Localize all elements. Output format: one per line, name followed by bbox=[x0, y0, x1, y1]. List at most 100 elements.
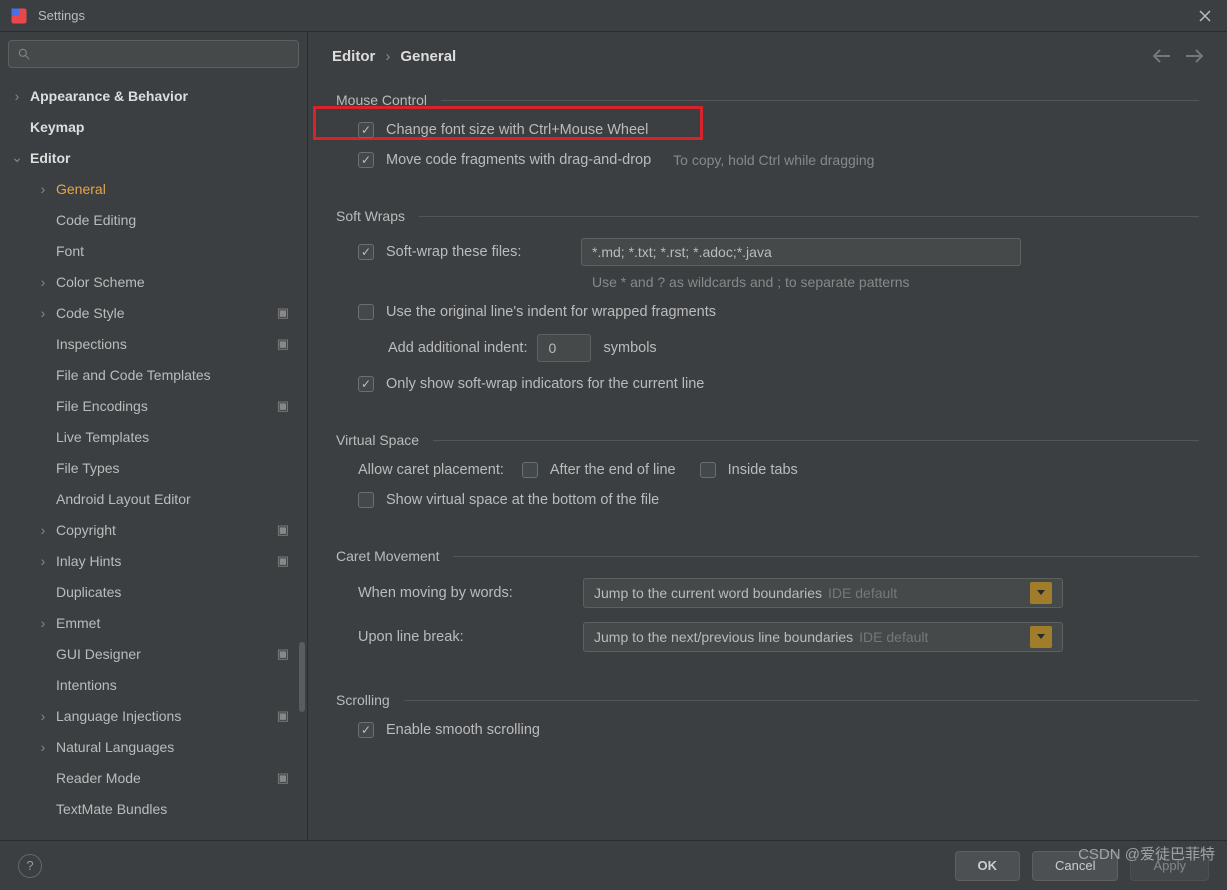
sidebar-item-textmate-bundles[interactable]: TextMate Bundles bbox=[0, 793, 307, 824]
sidebar-item-label: Android Layout Editor bbox=[56, 491, 191, 507]
soft-wrap-files-input[interactable] bbox=[581, 238, 1021, 266]
section-soft-wraps: Soft Wraps bbox=[336, 208, 405, 224]
sidebar-item-label: Color Scheme bbox=[56, 274, 145, 290]
sidebar-item-label: Copyright bbox=[56, 522, 116, 538]
by-words-dropdown[interactable]: Jump to the current word boundaries IDE … bbox=[583, 578, 1063, 608]
smooth-scrolling-checkbox[interactable] bbox=[358, 722, 374, 738]
sidebar-item-label: General bbox=[56, 181, 106, 197]
project-settings-icon: ▣ bbox=[277, 770, 289, 786]
sidebar-item-label: Keymap bbox=[30, 119, 84, 135]
app-logo-icon bbox=[10, 7, 28, 25]
settings-panel: Mouse Control Change font size with Ctrl… bbox=[308, 80, 1227, 840]
project-settings-icon: ▣ bbox=[277, 305, 289, 321]
sidebar-item-font[interactable]: Font bbox=[0, 235, 307, 266]
virtual-bottom-label: Show virtual space at the bottom of the … bbox=[386, 492, 659, 508]
sidebar-item-label: Code Editing bbox=[56, 212, 136, 228]
soft-wrap-files-checkbox[interactable] bbox=[358, 244, 374, 260]
sidebar-item-live-templates[interactable]: Live Templates bbox=[0, 421, 307, 452]
sidebar-item-natural-languages[interactable]: › Natural Languages bbox=[0, 731, 307, 762]
sidebar-search-input[interactable] bbox=[8, 40, 299, 68]
move-code-drag-label: Move code fragments with drag-and-drop bbox=[386, 152, 651, 168]
nav-back-icon[interactable] bbox=[1153, 49, 1171, 63]
sidebar-scrollbar[interactable] bbox=[299, 642, 305, 712]
only-current-line-checkbox[interactable] bbox=[358, 376, 374, 392]
line-break-label: Upon line break: bbox=[358, 629, 583, 645]
chevron-down-icon bbox=[1030, 626, 1052, 648]
move-code-drag-checkbox[interactable] bbox=[358, 152, 374, 168]
chevron-right-icon: › bbox=[36, 274, 50, 290]
nav-forward-icon[interactable] bbox=[1185, 49, 1203, 63]
sidebar-item-label: Natural Languages bbox=[56, 739, 174, 755]
sidebar-item-editor[interactable]: ⌄Editor bbox=[0, 142, 307, 173]
sidebar-item-android-layout-editor[interactable]: Android Layout Editor bbox=[0, 483, 307, 514]
sidebar-item-label: Inlay Hints bbox=[56, 553, 121, 569]
sidebar-item-code-style[interactable]: › Code Style ▣ bbox=[0, 297, 307, 328]
chevron-right-icon: › bbox=[385, 48, 390, 65]
change-font-size-checkbox[interactable] bbox=[358, 122, 374, 138]
sidebar-item-label: Code Style bbox=[56, 305, 124, 321]
sidebar-item-label: Live Templates bbox=[56, 429, 149, 445]
add-indent-input[interactable] bbox=[537, 334, 591, 362]
sidebar-item-intentions[interactable]: Intentions bbox=[0, 669, 307, 700]
after-eol-checkbox[interactable] bbox=[522, 462, 538, 478]
cancel-button[interactable]: Cancel bbox=[1032, 851, 1118, 881]
breadcrumb: Editor › General bbox=[332, 48, 456, 65]
sidebar-item-file-and-code-templates[interactable]: File and Code Templates bbox=[0, 359, 307, 390]
sidebar-item-label: Reader Mode bbox=[56, 770, 141, 786]
sidebar-item-appearance-behavior[interactable]: › Appearance & Behavior bbox=[0, 80, 307, 111]
chevron-right-icon: › bbox=[10, 88, 24, 104]
line-break-dropdown[interactable]: Jump to the next/previous line boundarie… bbox=[583, 622, 1063, 652]
sidebar-item-emmet[interactable]: ›Emmet bbox=[0, 607, 307, 638]
sidebar-item-label: File Types bbox=[56, 460, 120, 476]
sidebar-item-label: Emmet bbox=[56, 615, 100, 631]
section-caret-movement: Caret Movement bbox=[336, 548, 439, 564]
sidebar-item-label: File Encodings bbox=[56, 398, 148, 414]
settings-tree: › Appearance & Behavior Keymap ⌄Editor › Gene… bbox=[0, 76, 307, 840]
add-indent-label: Add additional indent: bbox=[388, 340, 527, 356]
virtual-bottom-checkbox[interactable] bbox=[358, 492, 374, 508]
sidebar-item-code-editing[interactable]: Code Editing bbox=[0, 204, 307, 235]
soft-wrap-hint: Use * and ? as wildcards and ; to separa… bbox=[592, 274, 1199, 290]
sidebar-item-inspections[interactable]: Inspections▣ bbox=[0, 328, 307, 359]
sidebar-item-keymap[interactable]: Keymap bbox=[0, 111, 307, 142]
chevron-right-icon: › bbox=[36, 181, 50, 197]
settings-tree-sidebar: › Appearance & Behavior Keymap ⌄Editor › Gene… bbox=[0, 32, 308, 840]
close-button[interactable] bbox=[1193, 4, 1217, 28]
breadcrumb-editor[interactable]: Editor bbox=[332, 48, 375, 65]
sidebar-item-copyright[interactable]: ›Copyright▣ bbox=[0, 514, 307, 545]
sidebar-item-file-types[interactable]: File Types bbox=[0, 452, 307, 483]
chevron-right-icon: › bbox=[36, 708, 50, 724]
sidebar-item-label: Font bbox=[56, 243, 84, 259]
chevron-right-icon: › bbox=[36, 553, 50, 569]
chevron-down-icon bbox=[1030, 582, 1052, 604]
original-indent-checkbox[interactable] bbox=[358, 304, 374, 320]
sidebar-item-color-scheme[interactable]: › Color Scheme bbox=[0, 266, 307, 297]
sidebar-item-gui-designer[interactable]: GUI Designer▣ bbox=[0, 638, 307, 669]
sidebar-item-file-encodings[interactable]: File Encodings▣ bbox=[0, 390, 307, 421]
inside-tabs-checkbox[interactable] bbox=[700, 462, 716, 478]
sidebar-item-duplicates[interactable]: Duplicates bbox=[0, 576, 307, 607]
sidebar-item-reader-mode[interactable]: Reader Mode ▣ bbox=[0, 762, 307, 793]
only-current-line-label: Only show soft-wrap indicators for the c… bbox=[386, 376, 704, 392]
chevron-right-icon: › bbox=[36, 739, 50, 755]
sidebar-item-label: Inspections bbox=[56, 336, 127, 352]
change-font-size-label: Change font size with Ctrl+Mouse Wheel bbox=[386, 122, 648, 138]
sidebar-item-label: Appearance & Behavior bbox=[30, 88, 188, 104]
sidebar-item-label: TextMate Bundles bbox=[56, 801, 167, 817]
allow-caret-label: Allow caret placement: bbox=[358, 462, 504, 478]
sidebar-item-language-injections[interactable]: ›Language Injections▣ bbox=[0, 700, 307, 731]
smooth-scrolling-label: Enable smooth scrolling bbox=[386, 722, 540, 738]
apply-button[interactable]: Apply bbox=[1130, 851, 1209, 881]
sidebar-item-label: Duplicates bbox=[56, 584, 121, 600]
help-button[interactable]: ? bbox=[18, 854, 42, 878]
section-scrolling: Scrolling bbox=[336, 692, 390, 708]
soft-wrap-files-label: Soft-wrap these files: bbox=[386, 244, 581, 260]
chevron-right-icon: › bbox=[36, 305, 50, 321]
sidebar-item-general[interactable]: › General bbox=[0, 173, 307, 204]
ok-button[interactable]: OK bbox=[955, 851, 1021, 881]
drag-hint: To copy, hold Ctrl while dragging bbox=[673, 152, 874, 168]
inside-tabs-label: Inside tabs bbox=[728, 462, 798, 478]
project-settings-icon: ▣ bbox=[277, 553, 289, 569]
sidebar-item-inlay-hints[interactable]: › Inlay Hints ▣ bbox=[0, 545, 307, 576]
section-mouse-control: Mouse Control bbox=[336, 92, 427, 108]
